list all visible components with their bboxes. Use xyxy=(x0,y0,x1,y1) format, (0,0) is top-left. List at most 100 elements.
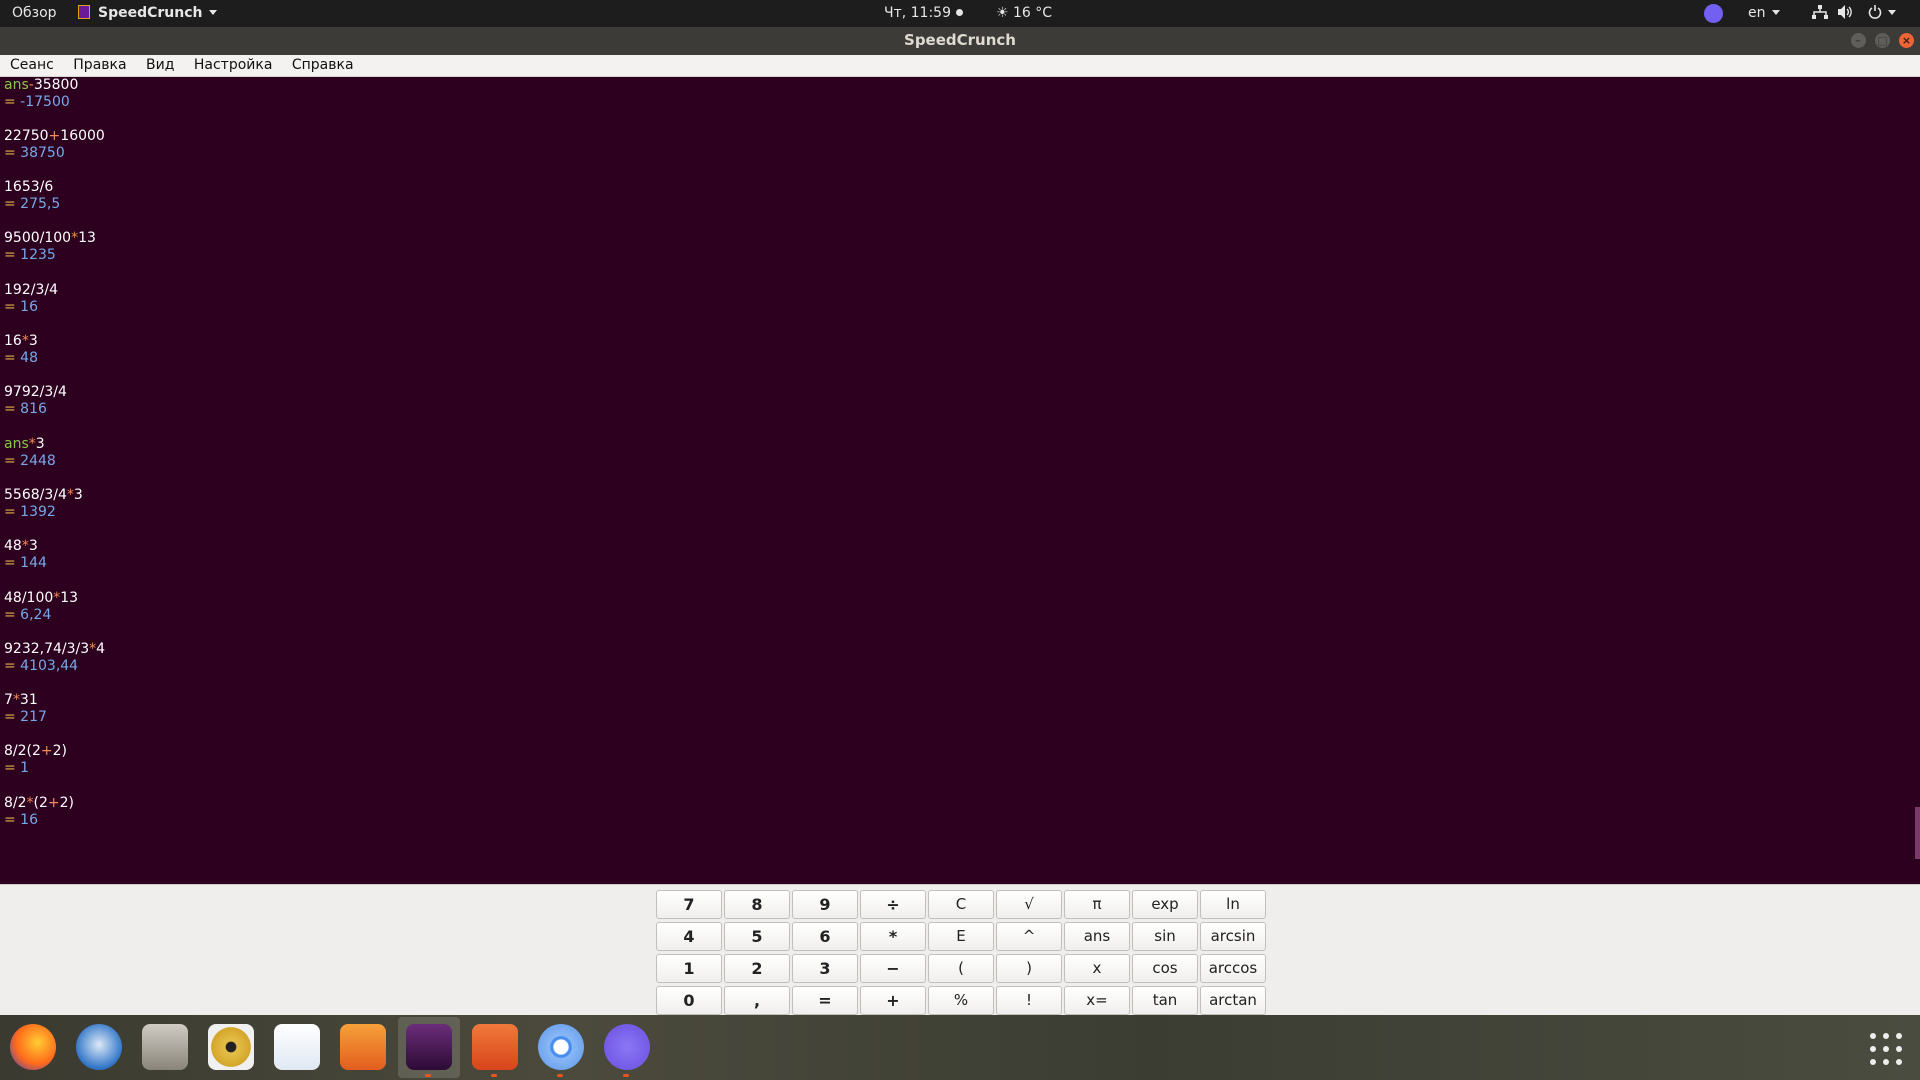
files-icon[interactable] xyxy=(142,1024,188,1070)
history-expression[interactable]: ans-35800 xyxy=(4,77,78,94)
menu-session[interactable]: Сеанс xyxy=(5,55,59,76)
history-expression[interactable]: 48*3 xyxy=(4,538,47,555)
history-entry[interactable]: 9232,74/3/3*4 = 4103,44 xyxy=(4,641,105,675)
key-button[interactable]: 7 xyxy=(656,890,722,919)
history-result[interactable]: = -17500 xyxy=(4,94,78,111)
menu-settings[interactable]: Настройка xyxy=(189,55,278,76)
key-button[interactable]: arcsin xyxy=(1200,922,1266,951)
key-button[interactable]: cos xyxy=(1132,954,1198,983)
history-expression[interactable]: 16*3 xyxy=(4,333,38,350)
key-button[interactable]: x xyxy=(1064,954,1130,983)
software-updater-icon[interactable] xyxy=(472,1024,518,1077)
key-button[interactable]: ( xyxy=(928,954,994,983)
key-button[interactable]: ^ xyxy=(996,922,1062,951)
viber-tray-icon[interactable] xyxy=(1704,4,1723,23)
history-entry[interactable]: 7*31 = 217 xyxy=(4,692,47,726)
result-display[interactable]: ans-35800 = -17500 22750+16000 = 38750 1653/… xyxy=(0,77,1920,860)
history-expression[interactable]: 5568/3/4*3 xyxy=(4,487,83,504)
history-entry[interactable]: 9500/100*13 = 1235 xyxy=(4,230,96,264)
key-button[interactable]: , xyxy=(724,986,790,1015)
key-button[interactable]: arccos xyxy=(1200,954,1266,983)
history-result[interactable]: = 217 xyxy=(4,709,47,726)
history-result[interactable]: = 816 xyxy=(4,401,67,418)
expression-input[interactable] xyxy=(0,860,1920,884)
key-button[interactable]: exp xyxy=(1132,890,1198,919)
window-title-bar[interactable]: SpeedCrunch – □ × xyxy=(0,27,1920,55)
key-button[interactable]: 4 xyxy=(656,922,722,951)
history-result[interactable]: = 1 xyxy=(4,760,67,777)
history-result[interactable]: = 4103,44 xyxy=(4,658,105,675)
key-button[interactable]: arctan xyxy=(1200,986,1266,1015)
menu-help[interactable]: Справка xyxy=(287,55,359,76)
history-expression[interactable]: 9500/100*13 xyxy=(4,230,96,247)
key-button[interactable]: 5 xyxy=(724,922,790,951)
history-entry[interactable]: 192/3/4 = 16 xyxy=(4,282,58,316)
history-result[interactable]: = 6,24 xyxy=(4,607,78,624)
history-expression[interactable]: 1653/6 xyxy=(4,179,60,196)
speedcrunch-icon[interactable] xyxy=(406,1024,452,1077)
clock[interactable]: Чт, 11:59 xyxy=(884,0,963,27)
key-button[interactable]: 0 xyxy=(656,986,722,1015)
history-expression[interactable]: 8/2(2+2) xyxy=(4,743,67,760)
history-result[interactable]: = 2448 xyxy=(4,453,56,470)
activities-button[interactable]: Обзор xyxy=(12,0,57,27)
history-entry[interactable]: 9792/3/4 = 816 xyxy=(4,384,67,418)
history-entry[interactable]: 8/2*(2+2) = 16 xyxy=(4,795,74,829)
key-button[interactable]: ! xyxy=(996,986,1062,1015)
history-result[interactable]: = 1392 xyxy=(4,504,83,521)
viber-icon[interactable] xyxy=(604,1024,650,1077)
history-result[interactable]: = 38750 xyxy=(4,145,105,162)
scrollbar-thumb[interactable] xyxy=(1915,807,1920,859)
key-button[interactable]: ln xyxy=(1200,890,1266,919)
history-entry[interactable]: 16*3 = 48 xyxy=(4,333,38,367)
history-entry[interactable]: 48*3 = 144 xyxy=(4,538,47,572)
history-expression[interactable]: 22750+16000 xyxy=(4,128,105,145)
ubuntu-software-icon[interactable] xyxy=(340,1024,386,1070)
history-entry[interactable]: 8/2(2+2) = 1 xyxy=(4,743,67,777)
key-button[interactable]: 2 xyxy=(724,954,790,983)
key-button[interactable]: = xyxy=(792,986,858,1015)
history-result[interactable]: = 16 xyxy=(4,299,58,316)
history-expression[interactable]: 192/3/4 xyxy=(4,282,58,299)
minimize-icon[interactable]: – xyxy=(1850,33,1866,48)
weather-indicator[interactable]: ☀ 16 °C xyxy=(996,0,1052,27)
key-button[interactable]: ) xyxy=(996,954,1062,983)
key-button[interactable]: C xyxy=(928,890,994,919)
key-button[interactable]: % xyxy=(928,986,994,1015)
history-result[interactable]: = 275,5 xyxy=(4,196,60,213)
maximize-icon[interactable]: □ xyxy=(1874,33,1890,48)
key-button[interactable]: π xyxy=(1064,890,1130,919)
key-button[interactable]: x= xyxy=(1064,986,1130,1015)
key-button[interactable]: 9 xyxy=(792,890,858,919)
history-entry[interactable]: 5568/3/4*3 = 1392 xyxy=(4,487,83,521)
power-menu[interactable] xyxy=(1868,0,1896,27)
firefox-icon[interactable] xyxy=(10,1024,56,1070)
menu-view[interactable]: Вид xyxy=(141,55,179,76)
network-icon[interactable] xyxy=(1812,0,1828,27)
key-button[interactable]: − xyxy=(860,954,926,983)
history-expression[interactable]: 9232,74/3/3*4 xyxy=(4,641,105,658)
history-expression[interactable]: 8/2*(2+2) xyxy=(4,795,74,812)
history-entry[interactable]: 48/100*13 = 6,24 xyxy=(4,590,78,624)
history-entry[interactable]: ans*3 = 2448 xyxy=(4,436,56,470)
libreoffice-writer-icon[interactable] xyxy=(274,1024,320,1070)
history-expression[interactable]: 9792/3/4 xyxy=(4,384,67,401)
history-expression[interactable]: 48/100*13 xyxy=(4,590,78,607)
history-expression[interactable]: 7*31 xyxy=(4,692,47,709)
volume-icon[interactable] xyxy=(1838,0,1854,27)
menu-edit[interactable]: Правка xyxy=(68,55,131,76)
key-button[interactable]: E xyxy=(928,922,994,951)
key-button[interactable]: + xyxy=(860,986,926,1015)
history-expression[interactable]: ans*3 xyxy=(4,436,56,453)
key-button[interactable]: tan xyxy=(1132,986,1198,1015)
key-button[interactable]: sin xyxy=(1132,922,1198,951)
show-applications-icon[interactable] xyxy=(1870,1033,1902,1065)
key-button[interactable]: √ xyxy=(996,890,1062,919)
key-button[interactable]: ans xyxy=(1064,922,1130,951)
history-result[interactable]: = 16 xyxy=(4,812,74,829)
key-button[interactable]: 1 xyxy=(656,954,722,983)
history-entry[interactable]: ans-35800 = -17500 xyxy=(4,77,78,111)
keyboard-layout-selector[interactable]: en xyxy=(1748,0,1780,27)
key-button[interactable]: 6 xyxy=(792,922,858,951)
history-result[interactable]: = 1235 xyxy=(4,247,96,264)
